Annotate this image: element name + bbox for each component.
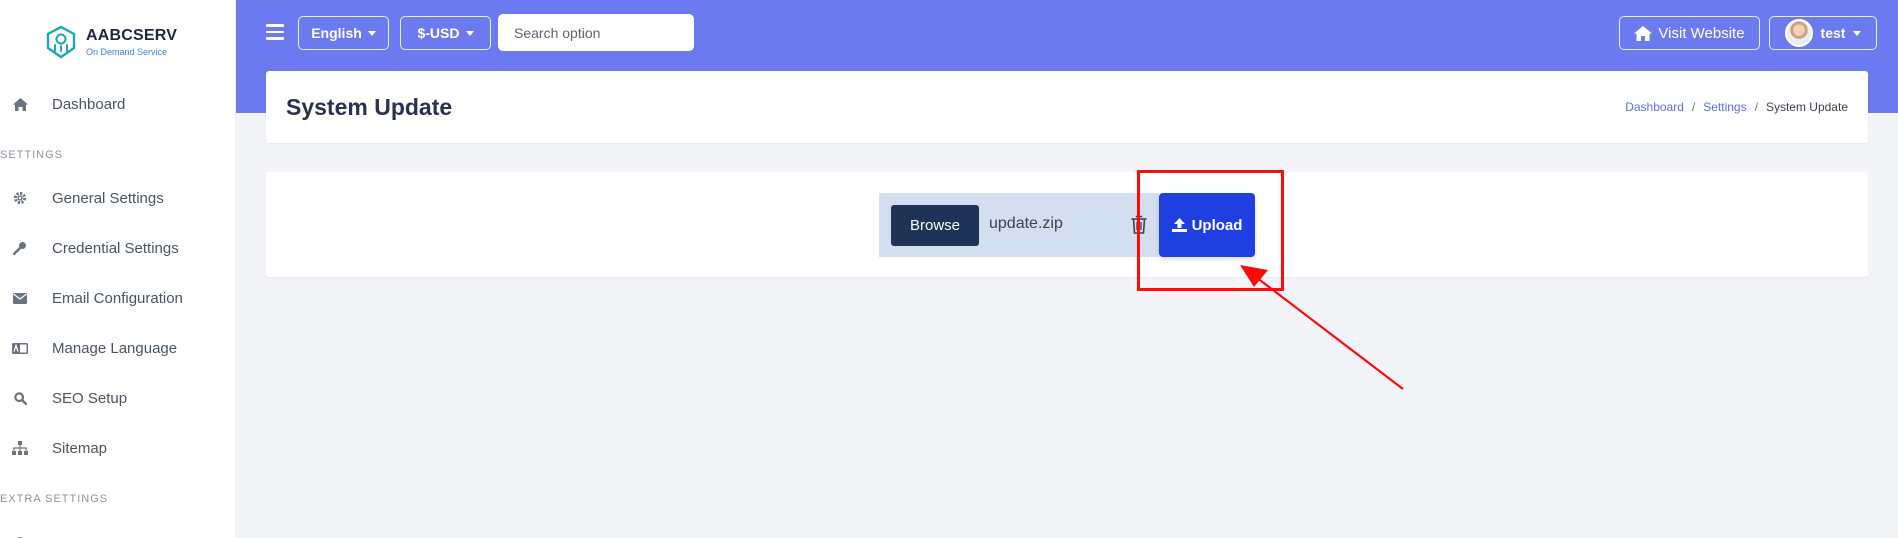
currency-dropdown[interactable]: $-USD [400, 16, 491, 50]
sitemap-icon [12, 440, 28, 456]
search-icon [12, 390, 28, 406]
currency-label: $-USD [417, 25, 460, 41]
language-dropdown[interactable]: English [298, 16, 389, 50]
sidebar-item-label: SEO Setup [52, 389, 128, 407]
key-icon [12, 240, 28, 256]
sidebar-item-dashboard[interactable]: Dashboard [0, 84, 236, 124]
page-header: System Update Dashboard / Settings / Sys… [266, 71, 1868, 143]
chevron-right-icon: › [211, 532, 216, 538]
sidebar-item-plugin[interactable]: › [0, 520, 236, 538]
sidebar-item-credential-settings[interactable]: Credential Settings [0, 228, 236, 268]
caret-down-icon [1853, 30, 1862, 36]
annotation-arrow [1240, 265, 1404, 390]
home-icon [1634, 25, 1653, 41]
user-menu[interactable]: test [1769, 16, 1877, 50]
user-name: test [1820, 25, 1846, 41]
logo-icon [46, 25, 76, 59]
breadcrumb-dashboard[interactable]: Dashboard [1625, 100, 1684, 114]
sidebar-item-seo-setup[interactable]: SEO Setup [0, 378, 236, 418]
sidebar: AABCSERV On Demand Service Dashboard SET… [0, 0, 236, 538]
section-title-extra-settings: EXTRA SETTINGS [0, 493, 109, 505]
avatar [1784, 19, 1813, 47]
section-title-settings: SETTINGS [0, 149, 64, 161]
breadcrumb-settings[interactable]: Settings [1703, 100, 1746, 114]
sidebar-item-manage-language[interactable]: Manage Language [0, 328, 236, 368]
sidebar-item-label: Manage Language [52, 339, 178, 357]
brand-name: AABCSERV [86, 27, 178, 44]
language-icon [12, 340, 28, 356]
sidebar-item-sitemap[interactable]: Sitemap [0, 428, 236, 468]
breadcrumb-separator: / [1691, 100, 1696, 114]
plug-icon [12, 532, 28, 538]
breadcrumb-separator: / [1754, 100, 1758, 114]
gear-icon [12, 190, 28, 206]
sidebar-item-label: Credential Settings [52, 239, 179, 257]
visit-website-button[interactable]: Visit Website [1619, 16, 1760, 50]
sidebar-item-general-settings[interactable]: General Settings [0, 178, 236, 218]
sidebar-item-label: Sitemap [52, 439, 108, 457]
home-icon [12, 96, 28, 112]
visit-website-label: Visit Website [1658, 24, 1745, 42]
envelope-icon [12, 290, 28, 306]
language-label: English [311, 25, 362, 41]
sidebar-item-email-configuration[interactable]: Email Configuration [0, 278, 236, 318]
brand-tagline: On Demand Service [86, 47, 168, 57]
breadcrumb: Dashboard / Settings / System Update [1625, 100, 1848, 114]
sidebar-item-label: Dashboard [52, 95, 126, 113]
sidebar-item-label: Email Configuration [52, 289, 183, 307]
menu-toggle-icon[interactable] [266, 24, 284, 40]
search-input[interactable] [498, 14, 694, 51]
browse-button[interactable]: Browse [891, 205, 979, 246]
sidebar-item-label: General Settings [52, 189, 164, 207]
caret-down-icon [367, 30, 376, 36]
breadcrumb-current: System Update [1765, 100, 1848, 114]
brand-logo[interactable]: AABCSERV On Demand Service [44, 24, 177, 60]
page-title: System Update [286, 94, 453, 120]
caret-down-icon [465, 30, 474, 36]
selected-file-name: update.zip [989, 215, 1063, 232]
